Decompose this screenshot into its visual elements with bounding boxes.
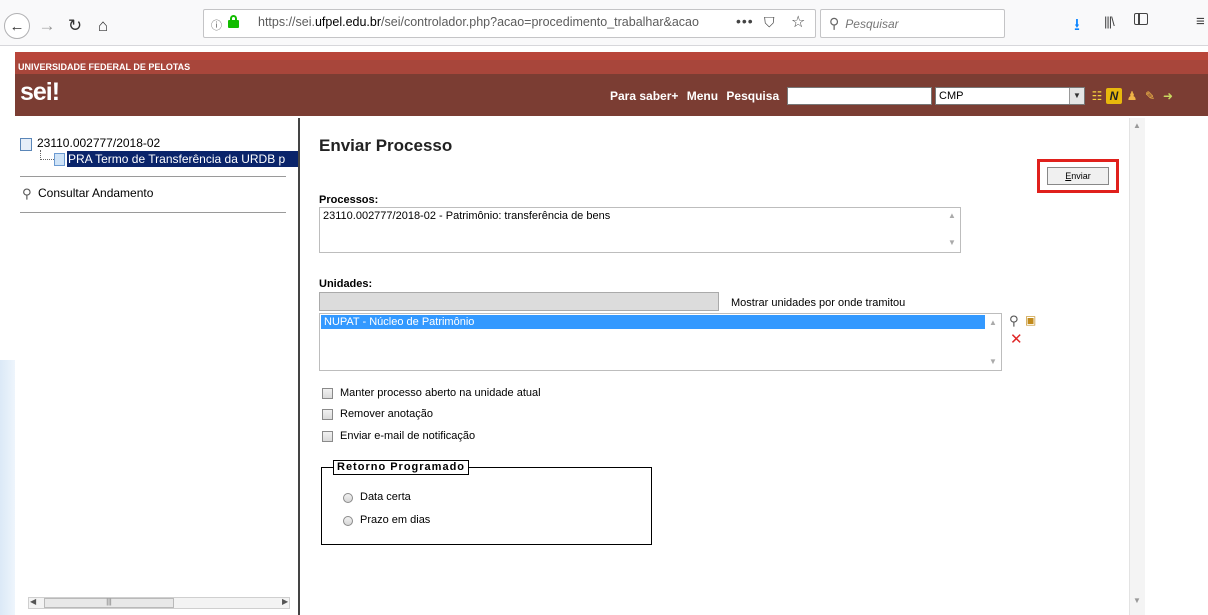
nav-para-saber[interactable]: Para saber+ [610,89,678,103]
processos-label: Processos: [319,194,379,206]
tools-icon[interactable]: ✎ [1142,88,1158,104]
nav-menu[interactable]: Menu [687,89,718,103]
sidebar-icon[interactable] [1134,13,1148,25]
send-email-checkbox[interactable] [322,431,333,442]
scroll-right-icon[interactable]: ▶ [282,597,288,606]
url-suffix: /sei/controlador.php?acao=procedimento_t… [381,15,699,29]
nav-pesquisa[interactable]: Pesquisa [726,89,779,103]
reload-icon[interactable]: ↻ [64,12,86,40]
scroll-up-icon[interactable]: ▲ [1133,121,1141,130]
university-name: UNIVERSIDADE FEDERAL DE PELOTAS [15,60,1208,74]
send-email-label[interactable]: Enviar e-mail de notificação [340,430,475,442]
hamburger-menu-icon[interactable]: ≡ [1196,13,1205,30]
remove-note-checkbox[interactable] [322,409,333,420]
consultar-andamento-link[interactable]: Consultar Andamento [38,186,153,200]
keep-open-label[interactable]: Manter processo aberto na unidade atual [340,387,541,399]
chevron-down-icon[interactable]: ▼ [1069,88,1084,104]
keep-open-checkbox[interactable] [322,388,333,399]
back-arrow-icon[interactable]: ← [4,13,30,39]
unit-group-icon[interactable]: ▣ [1025,313,1036,327]
vertical-scrollbar[interactable] [1129,118,1145,615]
page-actions-icon[interactable]: ••• [736,13,754,29]
header-search-input[interactable] [787,87,932,105]
unidades-label: Unidades: [319,278,373,290]
tree-divider [20,176,286,177]
units-list-item[interactable]: NUPAT - Núcleo de Patrimônio [321,315,985,329]
info-icon[interactable]: ⓘ [211,17,222,33]
tree-document-item[interactable]: PRA Termo de Transferência da URDB p [67,151,298,167]
data-certa-radio[interactable] [343,493,353,503]
show-units-link[interactable]: Mostrar unidades por onde tramitou [731,297,905,309]
document-icon [54,153,65,166]
panel-splitter[interactable] [298,118,300,615]
url-domain: ufpel.edu.br [314,15,382,29]
url-text[interactable]: https://sei.ufpel.edu.br/sei/controlador… [258,15,708,29]
forward-arrow-icon[interactable]: → [36,12,58,40]
scroll-left-icon[interactable]: ◀ [30,597,36,606]
exit-icon[interactable]: ➜ [1160,88,1176,104]
search-unit-icon[interactable]: ⚲ [1009,313,1019,329]
sei-logo-mark: ! [51,78,60,106]
data-certa-label[interactable]: Data certa [360,491,411,503]
sei-logo[interactable]: sei! [20,78,60,107]
prazo-dias-radio[interactable] [343,516,353,526]
process-folder-icon [20,138,32,151]
home-icon[interactable]: ⌂ [92,12,114,40]
enviar-button[interactable]: Enviar [1047,167,1109,185]
search-icon: ⚲ [829,15,840,31]
url-prefix: https://sei. [258,15,315,29]
sei-logo-text: sei [20,78,53,106]
note-icon[interactable]: N [1106,88,1122,104]
search-placeholder: Pesquisar [845,16,899,31]
remove-note-label[interactable]: Remover anotação [340,408,433,420]
list-icon[interactable]: ☷ [1089,88,1105,104]
header-strip [15,52,1208,60]
scroll-up-icon[interactable]: ▲ [989,318,997,327]
library-icon[interactable]: |||\ [1104,14,1115,29]
lock-icon[interactable] [228,15,239,29]
retorno-legend: Retorno Programado [333,460,470,475]
browser-search-input[interactable]: ⚲ Pesquisar [820,9,1005,38]
download-icon[interactable]: ⭳ [1074,12,1080,41]
tree-process-number[interactable]: 23110.002777/2018-02 [37,136,160,150]
tree-connector [40,159,54,160]
unit-search-input[interactable] [319,292,719,311]
user-icon[interactable]: ♟ [1124,88,1140,104]
retorno-fieldset [321,467,652,545]
pocket-icon[interactable]: ⛉ [764,14,775,31]
tree-divider [20,212,286,213]
remove-unit-icon[interactable]: ✕ [1010,330,1023,348]
scroll-down-icon[interactable]: ▼ [1133,596,1141,605]
scroll-down-icon[interactable]: ▼ [989,357,997,366]
scroll-up-icon[interactable]: ▲ [948,211,956,220]
scroll-down-icon[interactable]: ▼ [948,238,956,247]
prazo-dias-label[interactable]: Prazo em dias [360,514,430,526]
processos-textarea[interactable]: 23110.002777/2018-02 - Patrimônio: trans… [319,207,961,253]
bookmark-star-icon[interactable]: ☆ [791,12,805,32]
scrollbar-thumb[interactable]: ||| [44,598,174,608]
header-nav: Para saber+ Menu Pesquisa [610,89,784,103]
unit-select[interactable]: CMP [935,87,1085,105]
magnifier-icon: ⚲ [22,186,32,201]
window-edge-decoration [0,360,15,615]
page-title: Enviar Processo [319,136,453,155]
enviar-label: nviar [1071,171,1091,181]
